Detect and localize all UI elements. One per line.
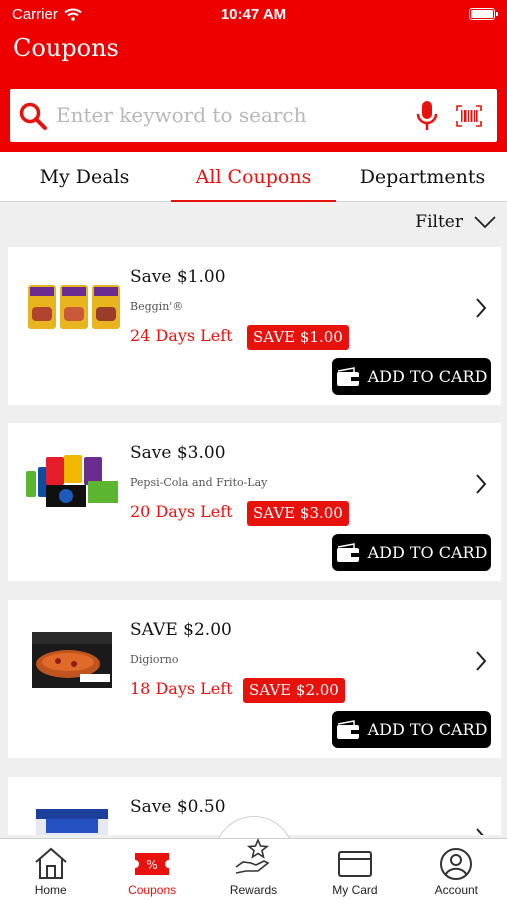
- days-left: 24 Days Left: [130, 326, 233, 345]
- chevron-right-icon[interactable]: [475, 297, 487, 319]
- coupon-brand: Pepsi-Cola and Frito-Lay: [130, 476, 268, 489]
- coupon-brand: Digiorno: [130, 653, 179, 666]
- tab-all-coupons[interactable]: All Coupons: [169, 152, 338, 202]
- coupon-brand: Beggin'®: [130, 300, 184, 313]
- chevron-right-icon[interactable]: [475, 473, 487, 495]
- battery-icon: [469, 8, 498, 20]
- add-to-card-label: ADD TO CARD: [367, 720, 488, 739]
- product-image-blue-bunny: [36, 809, 108, 835]
- wallet-icon: [336, 719, 359, 739]
- nav-my-card[interactable]: My Card: [304, 839, 405, 900]
- coupon-headline: Save $3.00: [130, 443, 226, 463]
- coupon-headline: SAVE $2.00: [130, 620, 232, 640]
- search-icon[interactable]: [18, 101, 48, 131]
- account-icon: [440, 848, 473, 880]
- nav-account[interactable]: Account: [406, 839, 507, 900]
- nav-my-card-label: My Card: [332, 883, 378, 897]
- search-input[interactable]: [56, 97, 396, 133]
- tab-my-deals[interactable]: My Deals: [0, 152, 169, 201]
- coupon-tabs: My Deals All Coupons Departments: [0, 152, 507, 202]
- coupon-icon: %: [135, 853, 170, 875]
- days-left: 20 Days Left: [130, 502, 233, 521]
- microphone-icon[interactable]: [416, 100, 438, 132]
- home-icon: [35, 847, 67, 879]
- wallet-icon: [336, 542, 359, 562]
- add-to-card-button[interactable]: ADD TO CARD: [332, 534, 491, 571]
- barcode-scan-icon[interactable]: [456, 105, 482, 127]
- coupon-card[interactable]: Save $3.00 Pepsi-Cola and Frito-Lay 20 D…: [8, 423, 501, 581]
- save-badge: SAVE $1.00: [247, 325, 349, 350]
- coupon-headline: Save $0.50: [130, 797, 226, 817]
- nav-rewards-label: Rewards: [229, 883, 278, 897]
- nav-home[interactable]: Home: [0, 839, 101, 900]
- page-title: Coupons: [13, 34, 119, 62]
- nav-coupons-label: Coupons: [128, 883, 177, 897]
- save-badge: SAVE $2.00: [243, 678, 345, 703]
- add-to-card-label: ADD TO CARD: [367, 367, 488, 386]
- nav-coupons[interactable]: % Coupons: [101, 839, 202, 900]
- nav-account-label: Account: [434, 883, 478, 897]
- add-to-card-button[interactable]: ADD TO CARD: [332, 711, 491, 748]
- nav-home-label: Home: [34, 883, 67, 897]
- product-image-pepsi-fritolay: [26, 455, 118, 507]
- days-left: 18 Days Left: [130, 679, 233, 698]
- search-bar[interactable]: [10, 89, 497, 142]
- filter-label: Filter: [415, 212, 463, 232]
- bottom-navigation: Home % Coupons Rewards My Card Account: [0, 837, 507, 900]
- chevron-right-icon[interactable]: [475, 827, 487, 835]
- product-image-beggin: [28, 285, 120, 329]
- chevron-down-icon: [474, 216, 496, 229]
- coupon-card[interactable]: SAVE $2.00 Digiorno 18 Days Left SAVE $2…: [8, 600, 501, 758]
- coupon-list[interactable]: Save $1.00 Beggin'® 24 Days Left SAVE $1…: [0, 247, 507, 835]
- filter-button[interactable]: Filter: [415, 212, 497, 232]
- rewards-icon: [235, 837, 269, 874]
- product-image-digiorno: [32, 632, 112, 688]
- wallet-icon: [336, 366, 359, 386]
- app-header: Carrier 10:47 AM Coupons: [0, 0, 507, 152]
- nav-rewards[interactable]: Rewards: [203, 837, 304, 900]
- status-time: 10:47 AM: [220, 6, 287, 23]
- status-bar: Carrier 10:47 AM: [0, 0, 507, 30]
- card-icon: [337, 851, 372, 877]
- svg-text:%: %: [146, 858, 157, 872]
- add-to-card-label: ADD TO CARD: [367, 543, 488, 562]
- coupon-card[interactable]: Save $1.00 Beggin'® 24 Days Left SAVE $1…: [8, 247, 501, 405]
- save-badge: SAVE $3.00: [247, 501, 349, 526]
- chevron-right-icon[interactable]: [475, 650, 487, 672]
- coupon-headline: Save $1.00: [130, 267, 226, 287]
- add-to-card-button[interactable]: ADD TO CARD: [332, 358, 491, 395]
- tab-departments[interactable]: Departments: [338, 152, 507, 201]
